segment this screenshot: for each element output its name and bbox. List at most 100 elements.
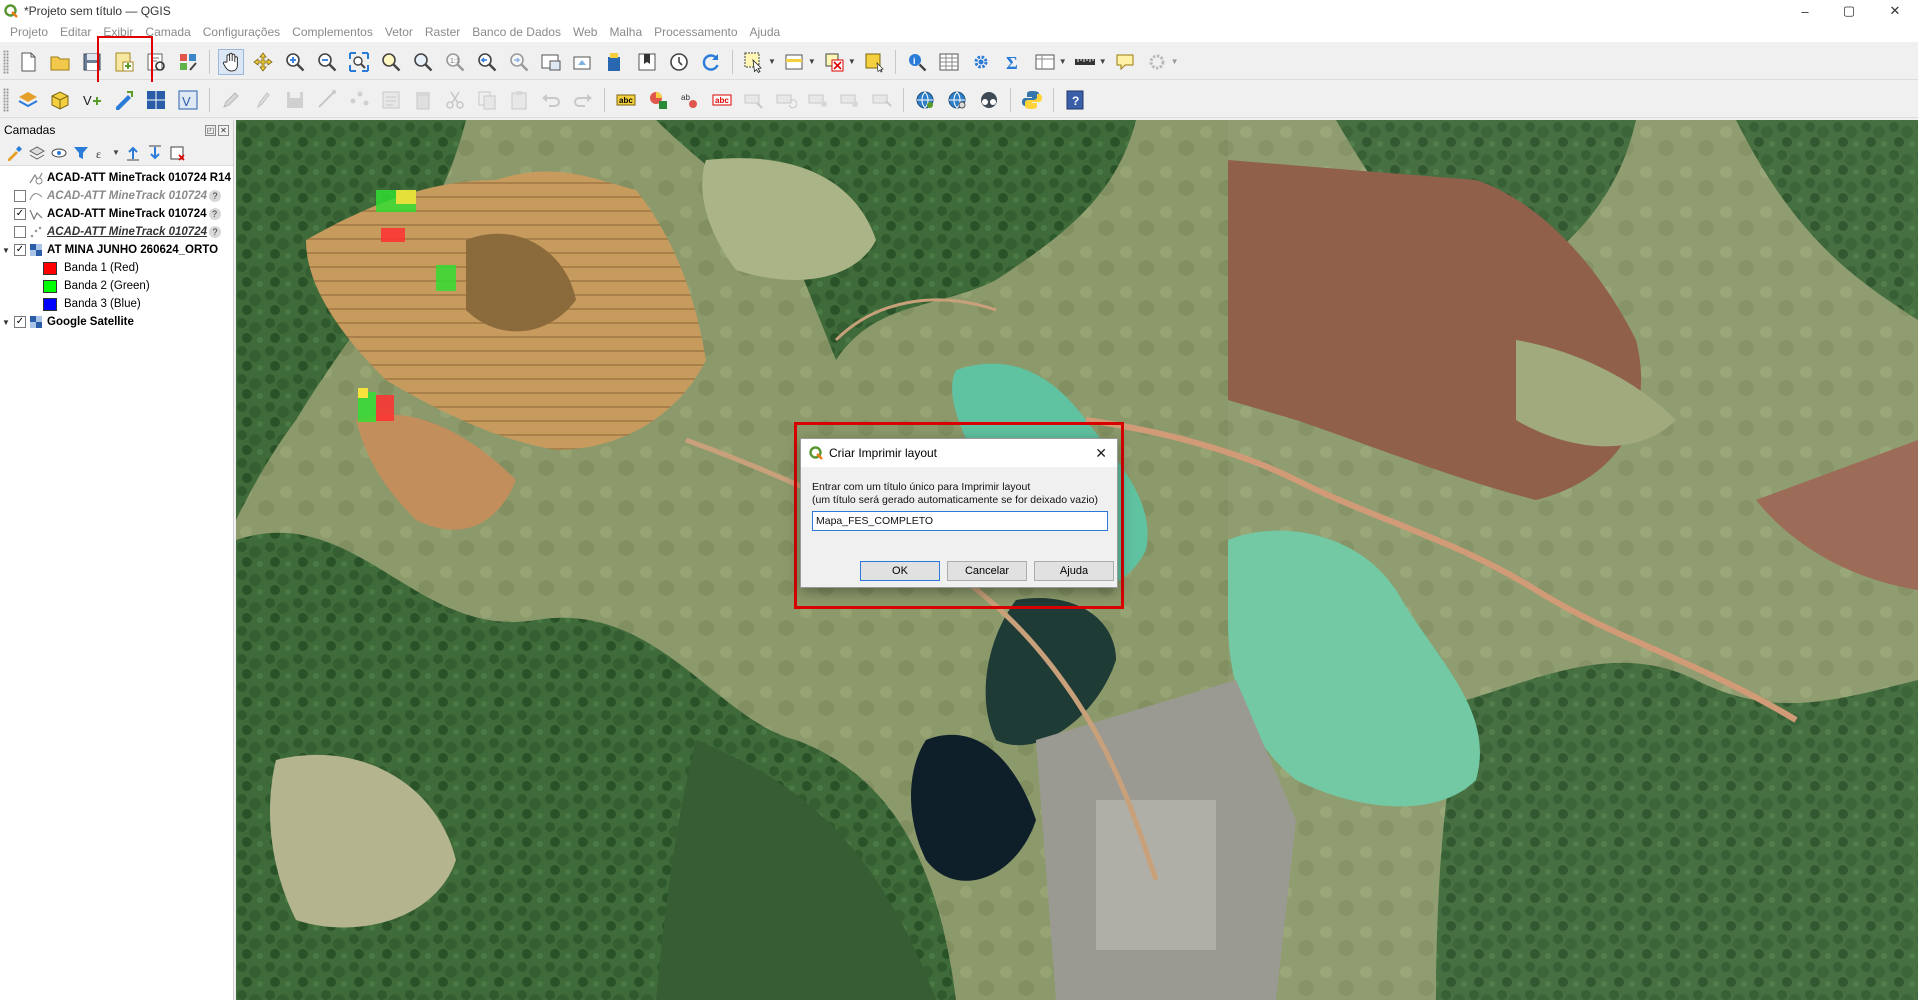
menu-malha[interactable]: Malha [603, 25, 648, 39]
copy-features-icon[interactable] [474, 87, 500, 113]
help-icon[interactable]: ? [1062, 87, 1088, 113]
zoom-native-icon[interactable]: 1:1 [442, 49, 468, 75]
zoom-full-icon[interactable] [346, 49, 372, 75]
unknown-crs-icon[interactable]: ? [208, 208, 221, 220]
help-button[interactable]: Ajuda [1034, 561, 1114, 581]
zoom-out-icon[interactable] [314, 49, 340, 75]
python-console-icon[interactable] [1019, 87, 1045, 113]
add-group-icon[interactable] [26, 142, 48, 164]
identify-icon[interactable]: i [904, 49, 930, 75]
manage-map-themes-icon[interactable] [48, 142, 70, 164]
label-pin-icon[interactable]: ab [677, 87, 703, 113]
style-dock-icon[interactable] [4, 142, 26, 164]
zoom-in-icon[interactable] [282, 49, 308, 75]
close-panel-icon[interactable]: ✕ [218, 124, 229, 136]
zoom-to-selection-icon[interactable] [378, 49, 404, 75]
remove-layer-icon[interactable] [166, 142, 188, 164]
filter-expression-icon[interactable]: ε [92, 142, 114, 164]
menu-processamento[interactable]: Processamento [648, 25, 743, 39]
maximize-button[interactable]: ▢ [1826, 0, 1872, 22]
select-features-icon[interactable] [741, 49, 767, 75]
zoom-to-layer-icon[interactable] [410, 49, 436, 75]
collapse-arrow-icon[interactable]: ▼ [0, 246, 12, 255]
float-panel-icon[interactable]: ◰ [205, 124, 216, 136]
layer-item[interactable]: ACAD-ATT MineTrack 010724 ? [0, 223, 233, 241]
show-bookmarks-icon[interactable] [666, 49, 692, 75]
chevron-down-icon[interactable]: ▼ [1171, 57, 1179, 66]
collapse-all-icon[interactable] [144, 142, 166, 164]
web-globe-icon[interactable] [944, 87, 970, 113]
select-by-value-icon[interactable] [781, 49, 807, 75]
layer-item[interactable]: ▼ ✓ Google Satellite [0, 313, 233, 331]
chevron-down-icon[interactable]: ▼ [112, 148, 120, 157]
vertex-tool-icon[interactable] [346, 87, 372, 113]
attribute-table-icon[interactable] [936, 49, 962, 75]
layout-title-input[interactable] [812, 511, 1108, 531]
new-virtual-layer-icon[interactable] [143, 87, 169, 113]
menu-raster[interactable]: Raster [419, 25, 466, 39]
menu-web[interactable]: Web [567, 25, 603, 39]
toolbar-grip[interactable] [3, 87, 9, 112]
rotate-label-icon[interactable] [773, 87, 799, 113]
label-diagram-icon[interactable] [645, 87, 671, 113]
layer-item[interactable]: ACAD-ATT MineTrack 010724 R14 [0, 169, 233, 187]
label-abc-red-icon[interactable]: abc [709, 87, 735, 113]
osm-globe-icon[interactable] [912, 87, 938, 113]
layer-item[interactable]: ▼ ✓ AT MINA JUNHO 260624_ORTO [0, 241, 233, 259]
new-geopackage-icon[interactable] [47, 87, 73, 113]
settings-gear-icon[interactable] [968, 49, 994, 75]
new-3d-view-icon[interactable] [570, 49, 596, 75]
menu-ajuda[interactable]: Ajuda [744, 25, 787, 39]
cancel-button[interactable]: Cancelar [947, 561, 1027, 581]
layer-visibility-checkbox[interactable] [14, 226, 26, 238]
new-project-icon[interactable] [15, 49, 41, 75]
redo-icon[interactable] [570, 87, 596, 113]
toolbar-grip[interactable] [3, 49, 9, 74]
temporal-layer-icon[interactable]: V [175, 87, 201, 113]
pan-icon[interactable] [218, 48, 244, 75]
layer-item[interactable]: ✓ ACAD-ATT MineTrack 010724 ? [0, 205, 233, 223]
change-label-icon[interactable] [805, 87, 831, 113]
style-manager-icon[interactable] [175, 49, 201, 75]
paste-features-icon[interactable] [506, 87, 532, 113]
data-source-manager-icon[interactable] [15, 87, 41, 113]
annotation-icon[interactable] [1144, 49, 1170, 75]
temporal-controller-icon[interactable] [602, 49, 628, 75]
layer-visibility-checkbox[interactable]: ✓ [14, 208, 26, 220]
chevron-down-icon[interactable]: ▼ [1059, 57, 1067, 66]
unknown-crs-icon[interactable]: ? [209, 226, 221, 238]
menu-projeto[interactable]: Projeto [4, 25, 54, 39]
pan-to-selection-icon[interactable] [250, 49, 276, 75]
menu-editar[interactable]: Editar [54, 25, 97, 39]
delete-selected-icon[interactable] [410, 87, 436, 113]
close-window-button[interactable]: ✕ [1872, 0, 1918, 22]
digitize-pencil-icon[interactable] [218, 87, 244, 113]
quickmapservices-icon[interactable] [976, 87, 1002, 113]
new-shapefile-icon[interactable]: V [79, 87, 105, 113]
new-map-view-icon[interactable] [538, 49, 564, 75]
undo-icon[interactable] [538, 87, 564, 113]
map-tips-icon[interactable] [1112, 49, 1138, 75]
select-location-icon[interactable] [861, 49, 887, 75]
save-edits-icon[interactable] [282, 87, 308, 113]
layer-visibility-checkbox[interactable] [14, 190, 26, 202]
statistics-sum-icon[interactable]: Σ [1000, 49, 1026, 75]
measure-icon[interactable] [1072, 49, 1098, 75]
filter-legend-icon[interactable] [70, 142, 92, 164]
bookmark-icon[interactable] [634, 49, 660, 75]
expand-all-icon[interactable] [122, 142, 144, 164]
add-feature-icon[interactable] [314, 87, 340, 113]
zoom-next-icon[interactable] [506, 49, 532, 75]
modify-attributes-icon[interactable] [378, 87, 404, 113]
unknown-crs-icon[interactable]: ? [209, 190, 221, 202]
ok-button[interactable]: OK [860, 561, 940, 581]
move-label-icon[interactable] [741, 87, 767, 113]
edit-pencil-icon[interactable] [250, 87, 276, 113]
chevron-down-icon[interactable]: ▼ [808, 57, 816, 66]
layer-item[interactable]: ACAD-ATT MineTrack 010724 ? [0, 187, 233, 205]
chevron-down-icon[interactable]: ▼ [768, 57, 776, 66]
menu-configuracoes[interactable]: Configurações [197, 25, 286, 39]
show-hide-labels-icon[interactable] [837, 87, 863, 113]
minimize-button[interactable]: – [1782, 0, 1828, 22]
menu-vetor[interactable]: Vetor [379, 25, 419, 39]
